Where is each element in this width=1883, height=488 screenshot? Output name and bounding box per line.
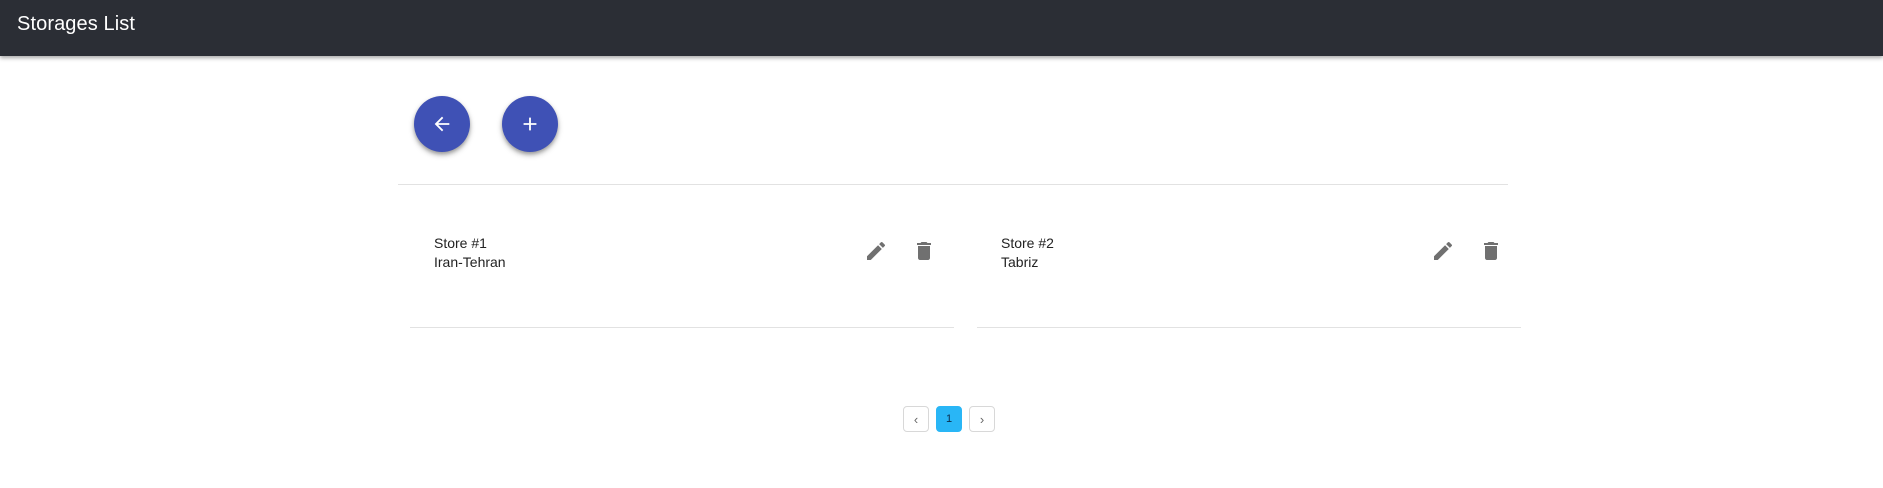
- back-button[interactable]: [414, 96, 470, 152]
- trash-icon: [1484, 242, 1498, 260]
- edit-button[interactable]: [864, 239, 888, 263]
- pencil-icon: [867, 241, 886, 260]
- page-1-button[interactable]: 1: [936, 406, 962, 432]
- arrow-left-icon: [434, 116, 450, 132]
- edit-button[interactable]: [1431, 239, 1455, 263]
- trash-icon: [917, 242, 931, 260]
- storage-info: Store #2 Tabriz: [1001, 234, 1054, 272]
- app-bar: Storages List: [0, 0, 1883, 56]
- storage-card: Store #1 Iran-Tehran: [410, 185, 954, 328]
- delete-button[interactable]: [1479, 239, 1503, 263]
- add-storage-button[interactable]: [502, 96, 558, 152]
- pencil-icon: [1434, 241, 1453, 260]
- storage-card: Store #2 Tabriz: [977, 185, 1521, 328]
- storage-name: Store #1: [434, 235, 487, 251]
- delete-button[interactable]: [912, 239, 936, 263]
- storage-location: Tabriz: [1001, 254, 1039, 270]
- pagination: ‹ 1 ›: [903, 406, 995, 432]
- storage-location: Iran-Tehran: [434, 254, 506, 270]
- previous-page-button[interactable]: ‹: [903, 406, 929, 432]
- storage-info: Store #1 Iran-Tehran: [434, 234, 506, 272]
- storage-name: Store #2: [1001, 235, 1054, 251]
- next-page-button[interactable]: ›: [969, 406, 995, 432]
- plus-icon: [523, 117, 537, 131]
- page-title: Storages List: [17, 12, 136, 35]
